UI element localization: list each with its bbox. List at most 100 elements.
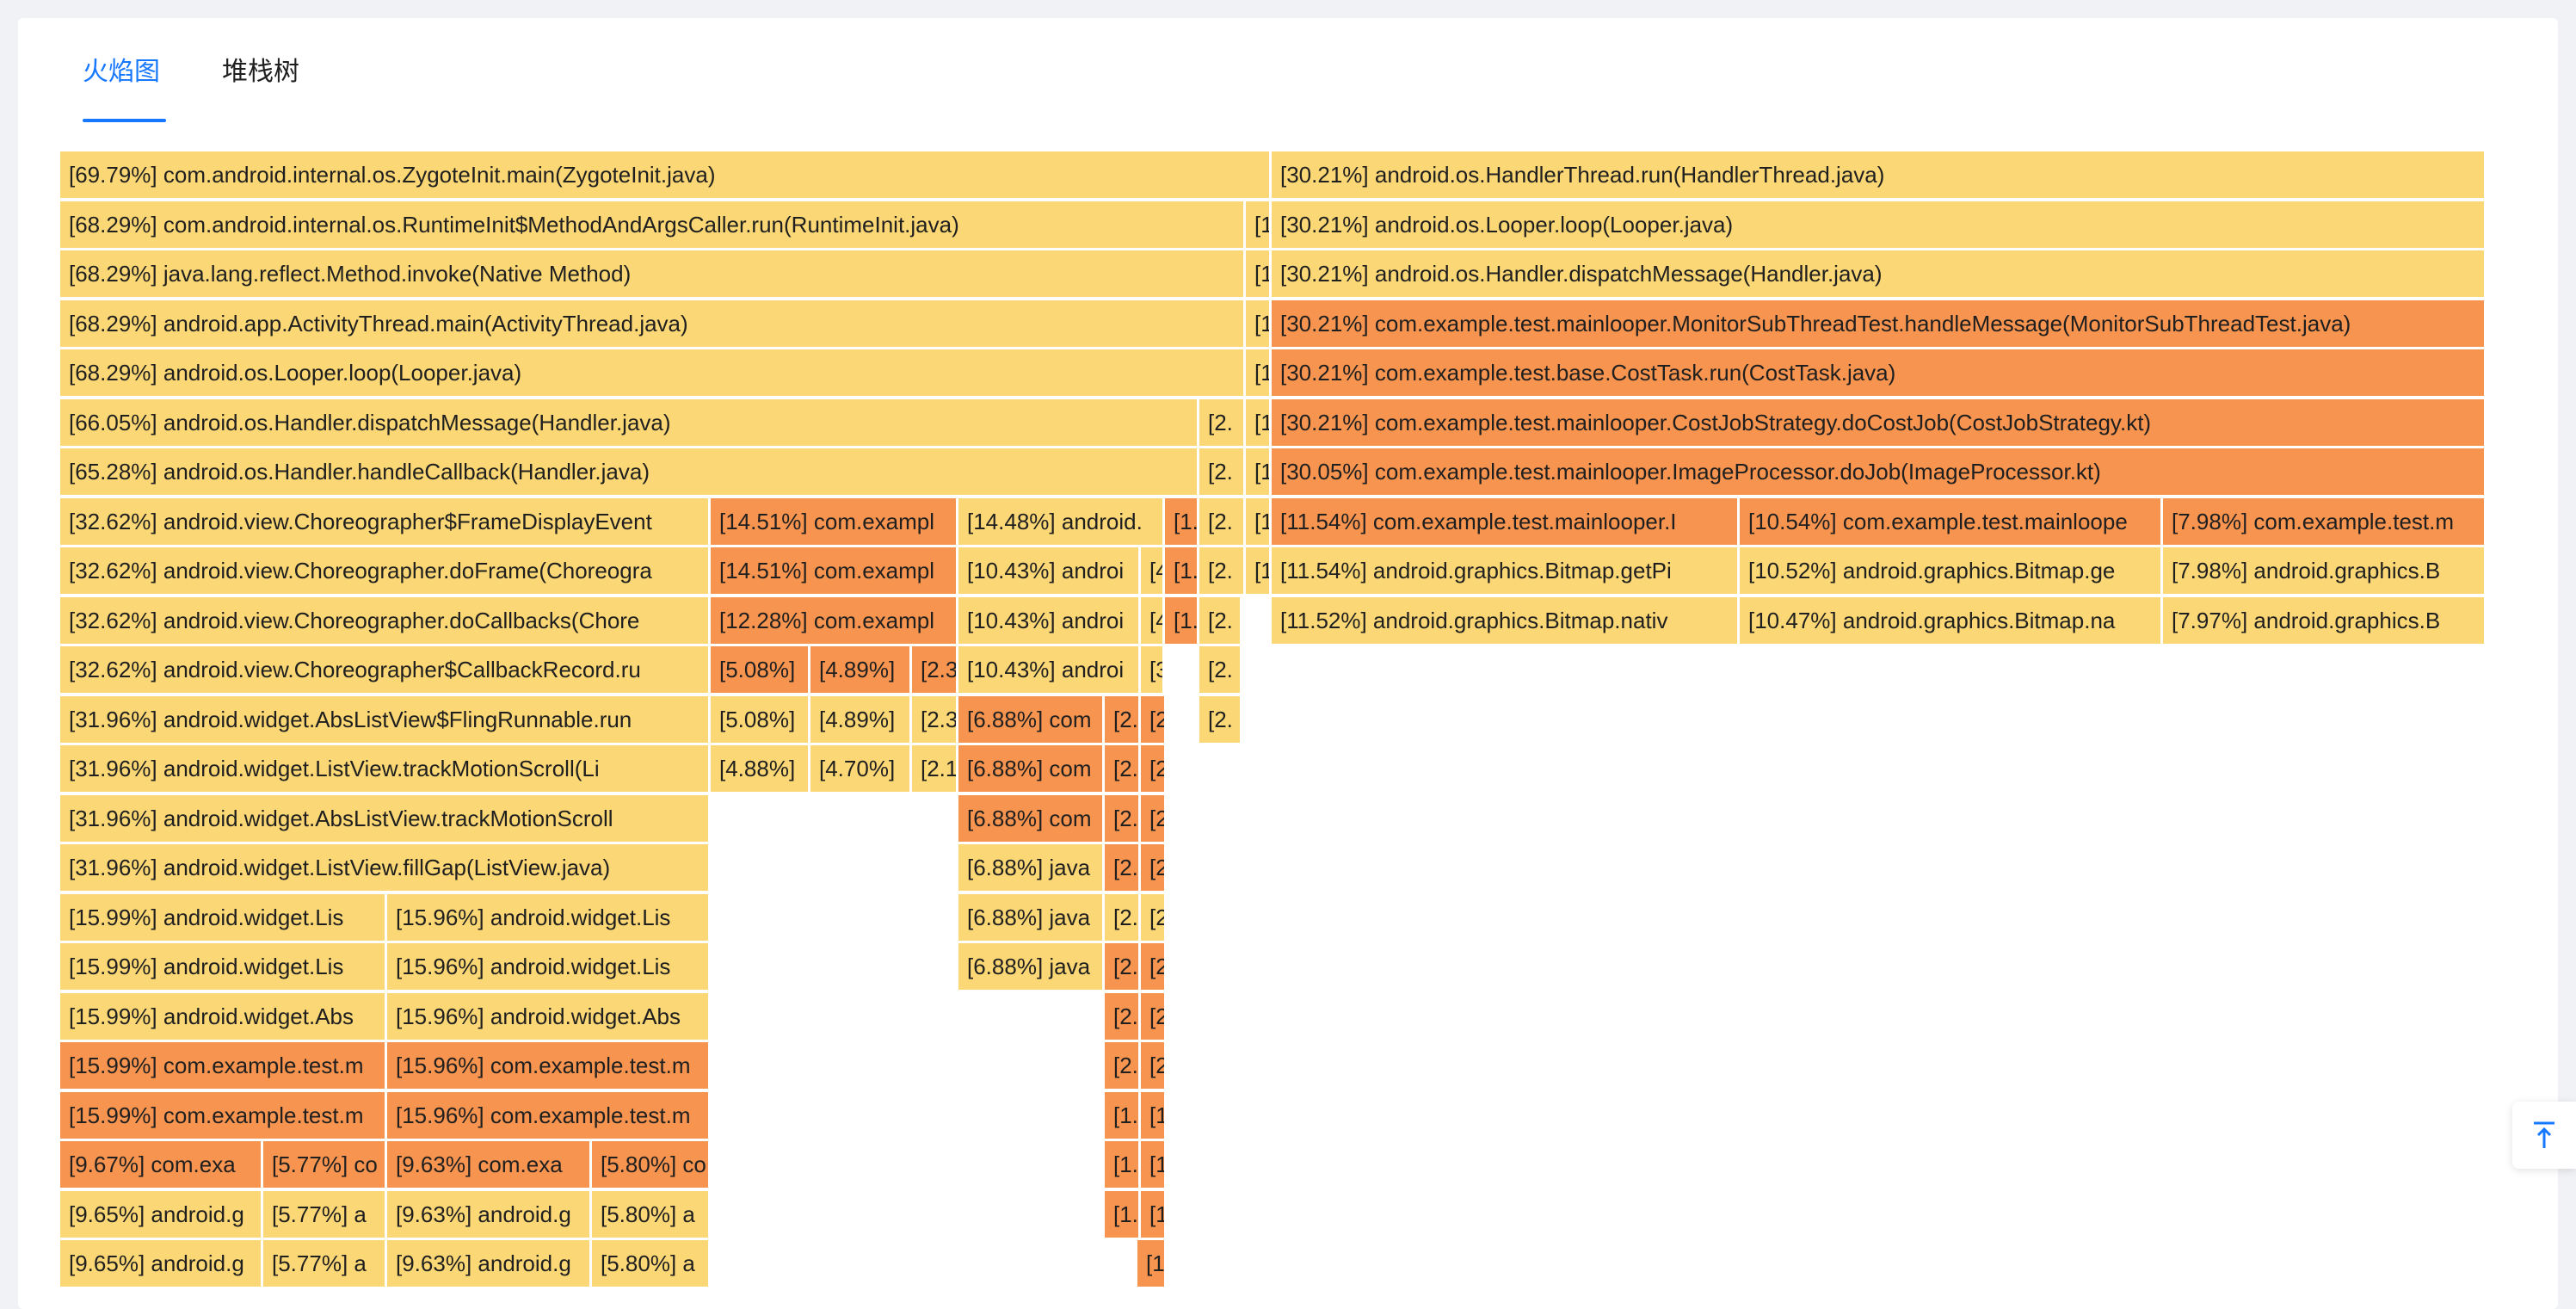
flame-frame[interactable]: [2. [1105,795,1141,842]
flame-frame[interactable]: [1 [1141,1141,1167,1188]
flame-frame[interactable]: [1 [1246,349,1272,396]
flame-frame[interactable]: [2 [1141,745,1167,792]
flame-frame[interactable]: [15.99%] com.example.test.m [60,1092,387,1139]
flame-frame[interactable]: [65.28%] android.os.Handler.handleCallba… [60,448,1199,495]
flame-frame[interactable]: [68.29%] java.lang.reflect.Method.invoke… [60,250,1246,297]
flame-frame[interactable]: [5.77%] co [263,1141,387,1188]
flame-frame[interactable]: [32.62%] android.view.Choreographer$Fram… [60,498,711,545]
flame-frame[interactable]: [2. [1105,745,1141,792]
flame-frame[interactable]: [32.62%] android.view.Choreographer.doCa… [60,597,711,644]
flame-frame[interactable]: [1 [1246,498,1272,545]
flame-frame[interactable]: [2 [1141,943,1167,990]
flame-frame[interactable]: [30.21%] com.example.test.mainlooper.Cos… [1272,399,2487,446]
flame-frame[interactable]: [30.21%] com.example.test.mainlooper.Mon… [1272,300,2487,347]
flame-frame[interactable]: [5.08%] [711,696,810,743]
flame-frame[interactable]: [6.88%] com [958,745,1105,792]
flame-frame[interactable]: [31.96%] android.widget.AbsListView.trac… [60,795,711,842]
flame-frame[interactable]: [2. [1199,547,1246,594]
flame-frame[interactable]: [1 [1246,547,1272,594]
flame-frame[interactable]: [14.51%] com.exampl [711,547,958,594]
flame-frame[interactable]: [2. [1105,696,1141,743]
flame-frame[interactable]: [1 [1246,201,1272,248]
flame-frame[interactable]: [30.21%] android.os.Handler.dispatchMess… [1272,250,2487,297]
flame-frame[interactable]: [15.99%] android.widget.Lis [60,943,387,990]
flame-frame[interactable]: [1. [1165,547,1199,594]
flame-frame[interactable]: [10.43%] androi [958,597,1141,644]
flame-frame[interactable]: [7.98%] com.example.test.m [2163,498,2487,545]
flame-frame[interactable]: [7.98%] android.graphics.B [2163,547,2487,594]
flame-frame[interactable]: [2 [1141,894,1167,941]
flame-frame[interactable]: [2. [1199,498,1246,545]
flame-frame[interactable]: [9.63%] android.g [387,1240,592,1287]
flame-frame[interactable]: [1 [1246,399,1272,446]
flame-frame[interactable]: [15.99%] android.widget.Abs [60,993,387,1040]
flame-frame[interactable]: [5.77%] a [263,1240,387,1287]
flame-frame[interactable]: [15.96%] android.widget.Lis [387,894,711,941]
flame-frame[interactable]: [1 [1141,1191,1167,1238]
flame-frame[interactable]: [2 [1141,844,1167,891]
flame-frame[interactable]: [11.54%] android.graphics.Bitmap.getPi [1272,547,1740,594]
flame-frame[interactable]: [31.96%] android.widget.AbsListView$Flin… [60,696,711,743]
flame-frame[interactable]: [1 [1246,448,1272,495]
flame-frame[interactable]: [2 [1141,795,1167,842]
flame-frame[interactable]: [69.79%] com.android.internal.os.ZygoteI… [60,151,1272,198]
flame-frame[interactable]: [6.88%] com [958,696,1105,743]
flame-frame[interactable]: [1. [1105,1092,1141,1139]
flame-frame[interactable]: [2. [1105,993,1141,1040]
flame-frame[interactable]: [2.3 [912,696,958,743]
flame-frame[interactable]: [4.89%] [810,646,912,693]
flame-frame[interactable]: [1 [1246,250,1272,297]
flame-frame[interactable]: [2.1 [912,745,958,792]
flame-frame[interactable]: [7.97%] android.graphics.B [2163,597,2487,644]
flame-frame[interactable]: [2. [1199,696,1242,743]
flame-frame[interactable]: [5.80%] co [592,1141,711,1188]
flame-frame[interactable]: [14.48%] android. [958,498,1165,545]
flame-frame[interactable]: [66.05%] android.os.Handler.dispatchMess… [60,399,1199,446]
flame-frame[interactable]: [5.80%] a [592,1240,711,1287]
flame-frame[interactable]: [15.99%] android.widget.Lis [60,894,387,941]
flame-frame[interactable]: [9.63%] android.g [387,1191,592,1238]
flame-frame[interactable]: [6.88%] java [958,943,1105,990]
flame-frame[interactable]: [2 [1141,993,1167,1040]
flame-frame[interactable]: [6.88%] java [958,894,1105,941]
flame-frame[interactable]: [1. [1165,498,1199,545]
flame-frame[interactable]: [31.96%] android.widget.ListView.trackMo… [60,745,711,792]
flame-frame[interactable]: [2. [1199,448,1246,495]
flame-frame[interactable]: [10.52%] android.graphics.Bitmap.ge [1740,547,2163,594]
flame-frame[interactable]: [2. [1199,646,1242,693]
flame-frame[interactable]: [2 [1141,1042,1167,1089]
flame-frame[interactable]: [15.99%] com.example.test.m [60,1042,387,1089]
flame-frame[interactable]: [2. [1105,844,1141,891]
flame-frame[interactable]: [30.21%] android.os.HandlerThread.run(Ha… [1272,151,2487,198]
flame-frame[interactable]: [4.88%] [711,745,810,792]
flame-frame[interactable]: [30.05%] com.example.test.mainlooper.Ima… [1272,448,2487,495]
flame-frame[interactable]: [1 [1246,300,1272,347]
flame-frame[interactable]: [2.3 [912,646,958,693]
flame-frame[interactable]: [15.96%] com.example.test.m [387,1092,711,1139]
flame-frame[interactable]: [68.29%] android.os.Looper.loop(Looper.j… [60,349,1246,396]
flame-frame[interactable]: [3 [1141,646,1165,693]
flame-frame[interactable]: [2. [1199,399,1246,446]
flame-frame[interactable]: [6.88%] com [958,795,1105,842]
flame-frame[interactable]: [1. [1165,597,1199,644]
flame-frame[interactable]: [2. [1105,1042,1141,1089]
flame-frame[interactable]: [9.65%] android.g [60,1191,263,1238]
flame-frame[interactable]: [5.80%] a [592,1191,711,1238]
flame-frame[interactable]: [15.96%] com.example.test.m [387,1042,711,1089]
flame-frame[interactable]: [4.89%] [810,696,912,743]
flame-frame[interactable]: [2. [1199,597,1242,644]
flame-frame[interactable]: [32.62%] android.view.Choreographer.doFr… [60,547,711,594]
flame-frame[interactable]: [30.21%] android.os.Looper.loop(Looper.j… [1272,201,2487,248]
flame-frame[interactable]: [4 [1141,547,1165,594]
flame-frame[interactable]: [10.43%] androi [958,547,1141,594]
flame-frame[interactable]: [2 [1141,696,1167,743]
flame-frame[interactable]: [5.08%] [711,646,810,693]
flame-frame[interactable]: [14.51%] com.exampl [711,498,958,545]
flame-frame[interactable]: [6.88%] java [958,844,1105,891]
flame-frame[interactable]: [4 [1141,597,1165,644]
flame-frame[interactable]: [9.67%] com.exa [60,1141,263,1188]
flame-frame[interactable]: [10.54%] com.example.test.mainloope [1740,498,2163,545]
flame-frame[interactable]: [5.77%] a [263,1191,387,1238]
flame-frame[interactable]: [68.29%] android.app.ActivityThread.main… [60,300,1246,347]
flame-frame[interactable]: [32.62%] android.view.Choreographer$Call… [60,646,711,693]
